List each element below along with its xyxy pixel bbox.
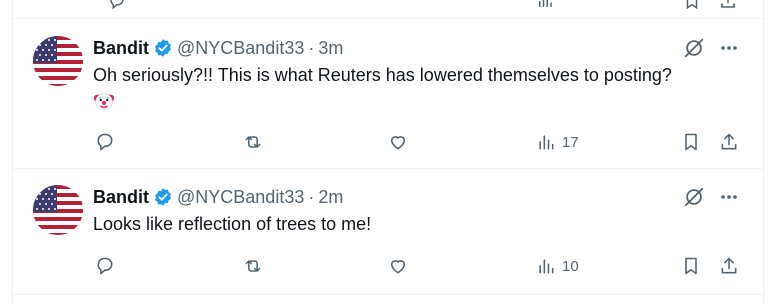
share-button[interactable] <box>719 132 739 152</box>
timestamp[interactable]: 3m <box>318 38 343 59</box>
tweet-body: Looks like reflection of trees to me! <box>93 214 372 234</box>
bookmark-icon <box>685 133 697 151</box>
bookmark-icon[interactable] <box>683 0 701 10</box>
more-icon[interactable] <box>719 38 739 58</box>
reply-button[interactable] <box>95 256 115 276</box>
user-handle[interactable]: @NYCBandit33 <box>177 187 304 208</box>
user-handle[interactable]: @NYCBandit33 <box>177 38 304 59</box>
views-count: 17 <box>562 133 579 151</box>
retweet-icon <box>245 136 261 148</box>
views-icon[interactable] <box>536 0 554 7</box>
grok-icon[interactable] <box>683 186 705 208</box>
tweet-body: Oh seriously?!! This is what Reuters has… <box>93 65 672 85</box>
retweet-button[interactable] <box>243 256 263 276</box>
retweet-icon <box>245 260 261 272</box>
separator-dot: · <box>308 186 315 207</box>
previous-tweet-actions <box>13 0 763 18</box>
avatar[interactable] <box>33 36 83 86</box>
clown-emoji <box>93 90 733 112</box>
verified-badge-icon[interactable] <box>153 38 173 58</box>
share-icon <box>721 257 737 274</box>
tweet[interactable]: Bandit @NYCBandit33 · 2m Looks like refl… <box>13 176 763 294</box>
reply-icon <box>97 257 113 275</box>
reply-button[interactable] <box>95 132 115 152</box>
views-button[interactable]: 17 <box>536 132 579 152</box>
views-count: 10 <box>562 257 579 275</box>
display-name[interactable]: Bandit <box>93 187 149 208</box>
clown-face-icon <box>93 93 115 111</box>
share-icon <box>721 133 737 150</box>
separator-dot: · <box>308 37 315 58</box>
like-icon <box>390 260 406 274</box>
reply-icon[interactable] <box>108 0 126 10</box>
us-flag-avatar-icon <box>33 185 83 235</box>
display-name[interactable]: Bandit <box>93 38 149 59</box>
share-button[interactable] <box>719 256 739 276</box>
views-button[interactable]: 10 <box>536 256 579 276</box>
avatar[interactable] <box>33 185 83 235</box>
bookmark-button[interactable] <box>681 256 701 276</box>
divider <box>13 18 763 19</box>
tweet-header: Bandit @NYCBandit33 · 2m <box>93 186 343 208</box>
tweet-header: Bandit @NYCBandit33 · 3m <box>93 37 343 59</box>
verified-badge-icon[interactable] <box>153 187 173 207</box>
reply-icon <box>97 133 113 151</box>
more-icon[interactable] <box>719 187 739 207</box>
like-icon <box>390 136 406 150</box>
retweet-button[interactable] <box>243 132 263 152</box>
divider <box>13 168 763 169</box>
us-flag-avatar-icon <box>33 36 83 86</box>
divider <box>13 294 763 295</box>
share-icon[interactable] <box>719 0 737 8</box>
tweet-text: Oh seriously?!! This is what Reuters has… <box>93 63 733 112</box>
grok-icon[interactable] <box>683 37 705 59</box>
tweet[interactable]: Bandit @NYCBandit33 · 3m Oh seriously?!!… <box>13 27 763 168</box>
like-button[interactable] <box>388 132 408 152</box>
views-icon <box>539 259 554 274</box>
timestamp[interactable]: 2m <box>318 187 343 208</box>
bookmark-button[interactable] <box>681 132 701 152</box>
views-icon <box>539 135 554 150</box>
bookmark-icon <box>685 257 697 275</box>
like-button[interactable] <box>388 256 408 276</box>
timeline: Bandit @NYCBandit33 · 3m Oh seriously?!!… <box>12 0 764 304</box>
tweet-text: Looks like reflection of trees to me! <box>93 212 733 236</box>
